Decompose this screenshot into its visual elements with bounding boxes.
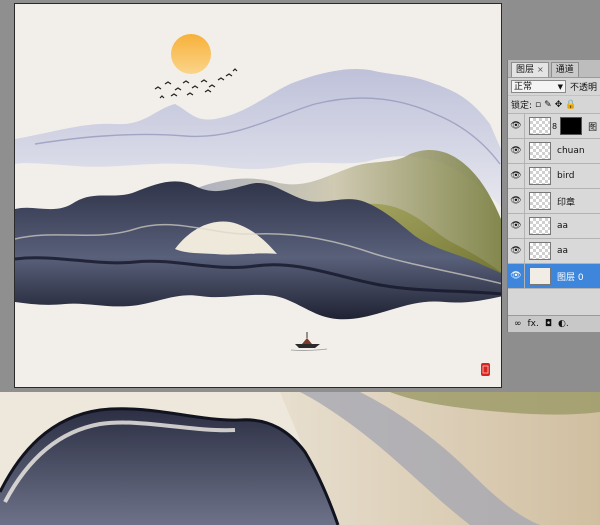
blend-row: 正常 ▼ 不透明 [508, 78, 600, 96]
zoomed-detail-view [0, 392, 600, 525]
layer-row-selected[interactable]: 👁 图层 0 [508, 264, 600, 289]
layer-name: chuan [557, 146, 585, 156]
close-icon[interactable]: × [537, 63, 544, 77]
blend-mode-select[interactable]: 正常 ▼ [511, 80, 566, 93]
layer-thumbnail [529, 192, 551, 210]
document-canvas[interactable] [14, 3, 502, 388]
tab-layers-label: 图层 [516, 65, 535, 75]
eye-icon[interactable]: 👁 [508, 164, 525, 188]
layer-thumbnail [529, 142, 551, 160]
layer-thumbnail [529, 242, 551, 260]
eye-icon[interactable]: 👁 [508, 214, 525, 238]
zoomed-ink-detail [0, 392, 600, 525]
adjustment-icon[interactable]: ◐. [558, 319, 569, 329]
layer-row[interactable]: 👁 chuan [508, 139, 600, 164]
fx-icon[interactable]: fx. [528, 319, 539, 329]
layer-name: 印章 [557, 197, 576, 208]
tab-layers[interactable]: 图层 × [511, 62, 549, 77]
layer-mask-thumbnail[interactable] [560, 117, 583, 135]
eye-icon[interactable]: 👁 [508, 139, 525, 163]
layer-row[interactable]: 👁 8 图 [508, 114, 600, 139]
chevron-down-icon: ▼ [557, 83, 563, 91]
red-seal-stamp [481, 363, 490, 376]
eye-icon[interactable]: 👁 [508, 114, 525, 138]
layer-row[interactable]: 👁 aa [508, 239, 600, 264]
chain-icon: 8 [552, 121, 558, 131]
canvas-area [0, 0, 507, 392]
brush-icon[interactable]: ✎ [544, 100, 552, 110]
tab-channels[interactable]: 通道 [550, 62, 579, 77]
blend-mode-value: 正常 [514, 82, 533, 92]
opacity-label: 不透明 [569, 83, 597, 93]
eye-icon[interactable]: 👁 [508, 239, 525, 263]
lock-icon[interactable]: 🔒 [565, 100, 576, 110]
mask-icon[interactable]: ◘ [545, 319, 552, 329]
layer-name: bird [557, 171, 575, 181]
layer-name: aa [557, 246, 569, 256]
layers-panel: 图层 × 通道 正常 ▼ 不透明 锁定: ▫ ✎ ✥ 🔒 👁 8 图 👁 chu… [507, 60, 600, 332]
lock-label: 锁定: [511, 101, 533, 111]
layer-thumbnail [529, 267, 551, 285]
lock-row: 锁定: ▫ ✎ ✥ 🔒 [508, 96, 600, 114]
layer-name: 图层 0 [557, 272, 584, 283]
fishing-boat [290, 332, 328, 351]
link-icon[interactable]: ∞ [514, 319, 522, 329]
sun [171, 34, 211, 74]
layer-thumbnail [529, 217, 551, 235]
ink-landscape-painting [15, 34, 501, 376]
layer-row[interactable]: 👁 印章 [508, 189, 600, 214]
layer-name: aa [557, 221, 569, 231]
move-icon[interactable]: ✥ [555, 100, 563, 110]
layer-row[interactable]: 👁 aa [508, 214, 600, 239]
tab-channels-label: 通道 [555, 65, 574, 75]
panel-bottom-bar: ∞ fx. ◘ ◐. [508, 315, 600, 332]
eye-icon[interactable]: 👁 [508, 189, 525, 213]
lock-transparent-icon[interactable]: ▫ [535, 100, 541, 110]
layer-row[interactable]: 👁 bird [508, 164, 600, 189]
layer-thumbnail [529, 117, 551, 135]
eye-icon[interactable]: 👁 [508, 264, 525, 288]
panel-tabbar: 图层 × 通道 [508, 60, 600, 78]
layer-thumbnail [529, 167, 551, 185]
layer-name: 图 [588, 122, 598, 133]
